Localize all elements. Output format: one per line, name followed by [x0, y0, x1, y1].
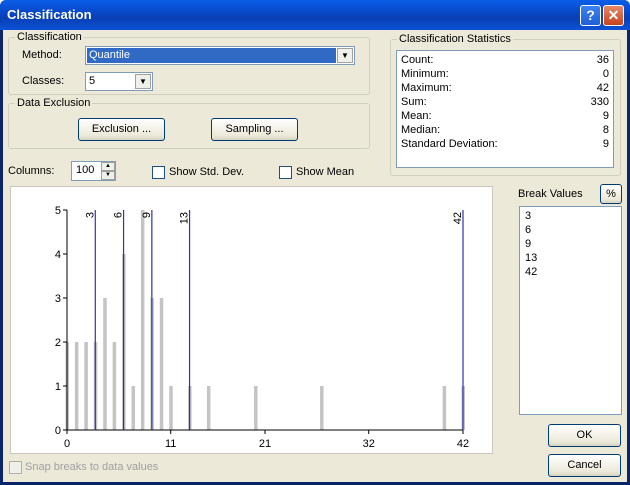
spin-down-icon[interactable]: ▼ [101, 171, 115, 180]
statistics-box: Count: 36 Minimum: 0 Maximum: 42 Sum: 330 Me… [396, 50, 614, 168]
y-tick-label: 3 [55, 293, 61, 305]
histogram-bar [159, 298, 164, 430]
y-tick-label: 0 [55, 425, 61, 437]
x-tick-label: 11 [165, 438, 176, 450]
break-line-label: 42 [452, 212, 464, 224]
percent-button[interactable]: % [600, 184, 622, 204]
cancel-button[interactable]: Cancel [548, 454, 621, 477]
method-value: Quantile [87, 48, 336, 63]
stat-row: Count: 36 [401, 54, 609, 68]
show-mean-checkbox[interactable] [279, 166, 292, 179]
break-value-item[interactable]: 42 [525, 266, 537, 280]
snap-breaks-label: Snap breaks to data values [25, 461, 159, 473]
stat-value: 36 [596, 54, 609, 66]
stat-value: 0 [602, 68, 609, 80]
classification-dialog: Classification ? ✕ Classification Method… [0, 0, 630, 485]
title-bar[interactable]: Classification ? ✕ [0, 0, 630, 30]
stat-value: 9 [602, 138, 609, 150]
x-tick-label: 0 [64, 438, 70, 450]
stat-row: Minimum: 0 [401, 68, 609, 82]
break-values-label: Break Values [518, 188, 583, 200]
histogram-panel[interactable]: 0 1 2 3 4 5 0 11 21 32 42 3 6 9 13 42 [10, 186, 493, 454]
data-exclusion-group-title: Data Exclusion [15, 97, 93, 109]
break-value-item[interactable]: 13 [525, 252, 537, 266]
break-values-list[interactable]: 3 6 9 13 42 [519, 206, 622, 415]
histogram-bar [112, 342, 117, 430]
histogram-bar [103, 298, 107, 430]
classes-value: 5 [89, 75, 96, 87]
break-value-item[interactable]: 9 [525, 238, 531, 252]
histogram-bar [140, 210, 145, 430]
histogram-bar [169, 386, 173, 430]
y-tick-label: 1 [55, 381, 61, 393]
columns-spinner[interactable]: 100 ▲ ▼ [71, 161, 116, 181]
break-line-label: 9 [141, 212, 153, 218]
method-label: Method: [22, 49, 62, 61]
stat-value: 330 [590, 96, 609, 108]
classes-dropdown[interactable]: 5 ▼ [85, 72, 153, 91]
classes-label: Classes: [22, 75, 65, 87]
show-std-dev-checkbox[interactable] [152, 166, 165, 179]
x-tick-label: 32 [363, 438, 375, 450]
break-value-item[interactable]: 6 [525, 224, 531, 238]
data-exclusion-group: Data Exclusion [8, 97, 370, 149]
stat-row: Standard Deviation: 9 [401, 138, 609, 152]
stat-row: Sum: 330 [401, 96, 609, 110]
y-tick-label: 2 [55, 337, 61, 349]
close-button[interactable]: ✕ [603, 5, 624, 26]
histogram-bar [254, 386, 258, 430]
stat-label: Minimum: [401, 68, 449, 80]
chevron-down-icon[interactable]: ▼ [337, 48, 353, 63]
show-mean-label: Show Mean [296, 166, 355, 178]
stat-row: Maximum: 42 [401, 82, 609, 96]
break-line-label: 3 [84, 212, 96, 218]
stat-label: Count: [401, 54, 434, 66]
window-title: Classification [7, 7, 92, 22]
stat-label: Sum: [401, 96, 427, 108]
histogram-bar [74, 342, 79, 430]
help-button[interactable]: ? [580, 5, 601, 26]
histogram-bar [84, 342, 88, 430]
histogram-bar [320, 386, 324, 430]
stat-row: Median: 8 [401, 124, 609, 138]
columns-label: Columns: [8, 165, 55, 177]
classification-group-title: Classification [15, 31, 84, 43]
break-line-label: 13 [179, 212, 191, 224]
break-line-label: 6 [113, 212, 125, 218]
stat-label: Mean: [401, 110, 432, 122]
histogram-bar [131, 386, 135, 430]
ok-button[interactable]: OK [548, 424, 621, 447]
x-tick-label: 42 [457, 438, 469, 450]
snap-breaks-checkbox[interactable] [9, 461, 22, 474]
show-std-dev-label: Show Std. Dev. [169, 166, 244, 178]
histogram-bar [442, 386, 447, 430]
method-dropdown[interactable]: Quantile ▼ [85, 46, 355, 65]
histogram-chart[interactable]: 0 1 2 3 4 5 0 11 21 32 42 3 6 9 13 42 [11, 187, 492, 453]
stat-value: 42 [596, 82, 609, 94]
dialog-body: Classification Method: Quantile ▼ Classe… [3, 30, 627, 482]
columns-value: 100 [76, 164, 95, 176]
x-tick-label: 21 [259, 438, 271, 450]
stat-value: 8 [602, 124, 609, 136]
exclusion-button[interactable]: Exclusion ... [78, 118, 165, 141]
spin-up-icon[interactable]: ▲ [101, 162, 115, 171]
histogram-bar [206, 386, 211, 430]
stat-label: Median: [401, 124, 441, 136]
stat-row: Mean: 9 [401, 110, 609, 124]
y-tick-label: 4 [55, 249, 61, 261]
stat-label: Maximum: [401, 82, 452, 94]
stat-value: 9 [602, 110, 609, 122]
sampling-button[interactable]: Sampling ... [211, 118, 298, 141]
break-value-item[interactable]: 3 [525, 210, 531, 224]
y-tick-label: 5 [55, 205, 61, 217]
statistics-group-title: Classification Statistics [397, 33, 513, 45]
stat-label: Standard Deviation: [401, 138, 498, 150]
chevron-down-icon[interactable]: ▼ [135, 74, 151, 89]
